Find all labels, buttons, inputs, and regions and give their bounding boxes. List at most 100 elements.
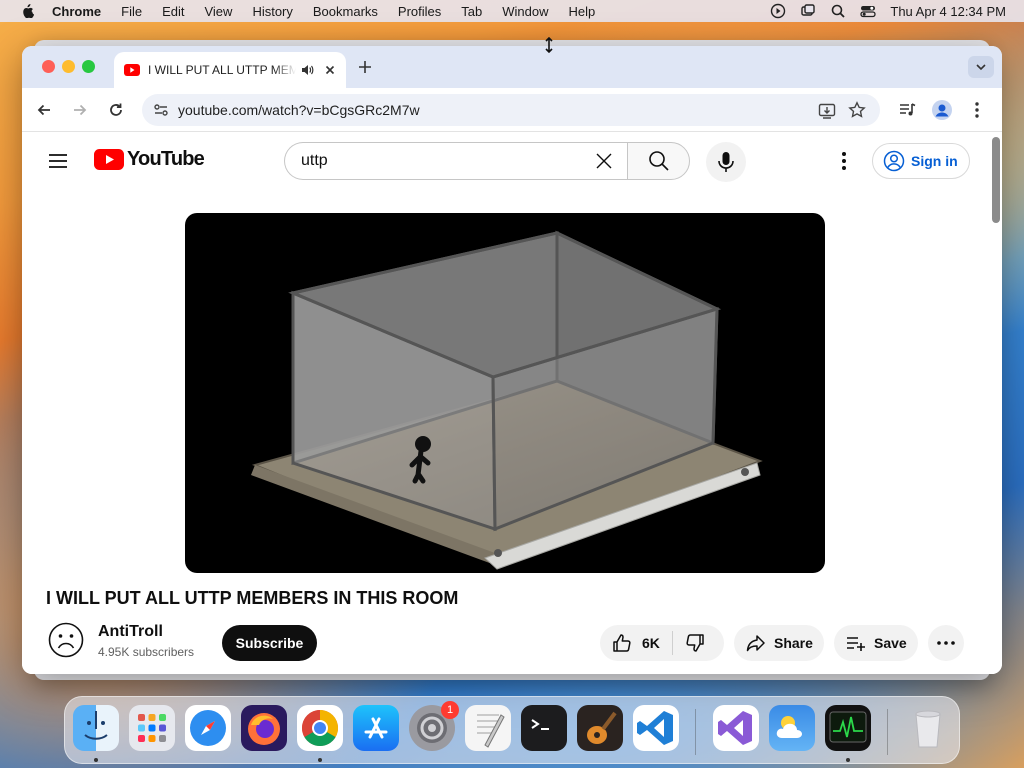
site-settings-icon[interactable] bbox=[152, 101, 170, 119]
share-arrow-icon bbox=[746, 635, 765, 652]
media-controls-icon[interactable] bbox=[898, 101, 916, 119]
subscriber-count: 4.95K subscribers bbox=[98, 645, 195, 659]
sign-in-label: Sign in bbox=[911, 153, 958, 169]
tab-search-button[interactable] bbox=[968, 56, 994, 78]
forward-arrow-icon[interactable] bbox=[72, 102, 88, 118]
dock: 1 bbox=[64, 696, 960, 764]
activity-monitor-running-dot bbox=[846, 758, 850, 762]
back-arrow-icon[interactable] bbox=[36, 102, 52, 118]
tab-strip: I WILL PUT ALL UTTP MEMBERS IN THIS ROOM bbox=[22, 46, 1002, 88]
weather-icon[interactable] bbox=[769, 705, 815, 751]
youtube-play-logo-icon bbox=[94, 149, 124, 170]
finder-running-dot bbox=[94, 758, 98, 762]
settings-menu-icon[interactable] bbox=[841, 151, 847, 171]
youtube-favicon-icon bbox=[124, 64, 140, 76]
firefox-icon[interactable] bbox=[241, 705, 287, 751]
play-status-icon[interactable] bbox=[770, 3, 786, 19]
clear-search-icon[interactable] bbox=[594, 151, 614, 171]
menu-window[interactable]: Window bbox=[502, 4, 548, 19]
subscribe-button[interactable]: Subscribe bbox=[222, 625, 317, 661]
settings-notification-badge: 1 bbox=[441, 701, 459, 719]
like-divider bbox=[671, 631, 673, 655]
menu-file[interactable]: File bbox=[121, 4, 142, 19]
page-scrollbar[interactable] bbox=[992, 137, 1000, 223]
thumbs-down-icon[interactable] bbox=[685, 633, 705, 653]
save-button[interactable]: Save bbox=[834, 625, 918, 661]
safari-icon[interactable] bbox=[185, 705, 231, 751]
share-label: Share bbox=[774, 635, 813, 651]
app-store-icon[interactable] bbox=[353, 705, 399, 751]
control-center-icon[interactable] bbox=[860, 3, 877, 19]
youtube-page: YouTube uttp Sign in I WILL PUT ALL UTTP… bbox=[22, 133, 1002, 674]
reload-icon[interactable] bbox=[108, 102, 124, 118]
search-input[interactable]: uttp bbox=[284, 142, 628, 180]
vscode-icon[interactable] bbox=[633, 705, 679, 751]
save-label: Save bbox=[874, 635, 907, 651]
voice-search-button[interactable] bbox=[706, 142, 746, 182]
bookmark-star-icon[interactable] bbox=[848, 101, 866, 119]
menu-chrome[interactable]: Chrome bbox=[52, 4, 101, 19]
textedit-icon[interactable] bbox=[465, 705, 511, 751]
address-bar[interactable]: youtube.com/watch?v=bCgsGRc2M7w bbox=[142, 94, 880, 126]
apple-icon[interactable] bbox=[20, 4, 34, 18]
microphone-icon bbox=[718, 152, 734, 172]
fullscreen-window-button[interactable] bbox=[82, 60, 95, 73]
sign-in-button[interactable]: Sign in bbox=[872, 143, 970, 179]
tab-youtube-video[interactable]: I WILL PUT ALL UTTP MEMBERS IN THIS ROOM bbox=[114, 52, 346, 88]
profile-avatar-icon[interactable] bbox=[932, 100, 952, 120]
tab-title: I WILL PUT ALL UTTP MEMBERS IN THIS ROOM bbox=[148, 63, 296, 77]
menu-help[interactable]: Help bbox=[569, 4, 596, 19]
menu-view[interactable]: View bbox=[204, 4, 232, 19]
chrome-running-dot bbox=[318, 758, 322, 762]
account-icon bbox=[883, 150, 905, 172]
youtube-wordmark: YouTube bbox=[127, 148, 205, 170]
activity-monitor-icon[interactable] bbox=[825, 705, 871, 751]
youtube-logo[interactable]: YouTube bbox=[94, 148, 205, 171]
like-count[interactable]: 6K bbox=[642, 635, 660, 651]
menu-tab[interactable]: Tab bbox=[461, 4, 482, 19]
visual-studio-icon[interactable] bbox=[713, 705, 759, 751]
menu-profiles[interactable]: Profiles bbox=[398, 4, 441, 19]
garageband-icon[interactable] bbox=[577, 705, 623, 751]
trash-icon[interactable] bbox=[905, 705, 951, 751]
share-button[interactable]: Share bbox=[734, 625, 824, 661]
browser-toolbar: youtube.com/watch?v=bCgsGRc2M7w bbox=[22, 88, 1002, 132]
new-tab-icon[interactable] bbox=[358, 60, 372, 74]
menu-edit[interactable]: Edit bbox=[162, 4, 184, 19]
close-tab-icon[interactable] bbox=[324, 64, 336, 76]
menu-bookmarks[interactable]: Bookmarks bbox=[313, 4, 378, 19]
close-window-button[interactable] bbox=[42, 60, 55, 73]
spotlight-search-icon[interactable] bbox=[830, 3, 846, 19]
more-actions-button[interactable] bbox=[928, 625, 964, 661]
install-app-icon[interactable] bbox=[818, 102, 836, 120]
channel-avatar[interactable] bbox=[48, 622, 84, 658]
dock-separator bbox=[695, 709, 696, 755]
url-text[interactable]: youtube.com/watch?v=bCgsGRc2M7w bbox=[178, 102, 420, 118]
more-horizontal-icon bbox=[937, 641, 955, 645]
like-dislike-group: 6K bbox=[600, 625, 724, 661]
terminal-icon[interactable] bbox=[521, 705, 567, 751]
video-title: I WILL PUT ALL UTTP MEMBERS IN THIS ROOM bbox=[46, 588, 459, 608]
screen-mirroring-icon[interactable] bbox=[800, 3, 816, 19]
video-player[interactable] bbox=[185, 213, 825, 573]
launchpad-icon[interactable] bbox=[129, 705, 175, 751]
search-icon bbox=[648, 151, 669, 171]
resize-cursor-icon bbox=[545, 37, 553, 53]
chevron-down-icon bbox=[976, 64, 986, 71]
chrome-menu-icon[interactable] bbox=[974, 101, 980, 119]
audio-playing-icon[interactable] bbox=[300, 63, 314, 77]
hamburger-menu-icon[interactable] bbox=[48, 153, 68, 169]
menu-bar-clock[interactable]: Thu Apr 4 12:34 PM bbox=[890, 4, 1006, 19]
video-frame-room-illustration bbox=[251, 230, 763, 570]
chrome-icon[interactable] bbox=[297, 705, 343, 751]
add-to-playlist-icon bbox=[847, 637, 865, 651]
search-button[interactable] bbox=[627, 142, 690, 180]
thumbs-up-icon[interactable] bbox=[612, 633, 632, 653]
minimize-window-button[interactable] bbox=[62, 60, 75, 73]
finder-icon[interactable] bbox=[73, 705, 119, 751]
menu-history[interactable]: History bbox=[252, 4, 292, 19]
menu-bar: Chrome File Edit View History Bookmarks … bbox=[0, 0, 1024, 22]
dock-separator-trash bbox=[887, 709, 888, 755]
channel-name[interactable]: AntiTroll bbox=[98, 623, 163, 641]
search-query-text[interactable]: uttp bbox=[301, 152, 594, 170]
